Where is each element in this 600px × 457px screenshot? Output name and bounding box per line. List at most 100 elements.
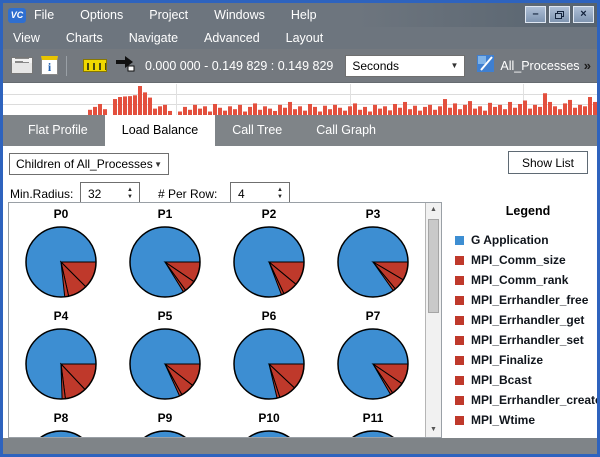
process-label: P10 [258,411,280,425]
menu-layout[interactable]: Layout [286,31,324,45]
marker-icon[interactable] [83,59,107,72]
legend-color-swatch [455,415,464,425]
process-pie-chart[interactable] [232,429,306,438]
close-button[interactable]: × [573,6,594,23]
legend-color-swatch [455,395,464,405]
legend-item: MPI_Comm_rank [455,270,597,290]
minimize-button[interactable]: – [525,6,546,23]
time-range-display: 0.000 000 - 0.149 829 : 0.149 829 [145,58,334,73]
unit-select[interactable]: Seconds ▼ [345,54,466,77]
min-radius-label: Min.Radius: [10,187,74,201]
process-pie-chart[interactable] [232,225,306,299]
status-strip [3,438,597,454]
info-icon[interactable]: i [41,56,58,75]
process-pie-cell: P4 [9,309,113,403]
menu-options[interactable]: Options [80,8,123,22]
menu-help[interactable]: Help [291,8,317,22]
legend: Legend G Application MPI_Comm_size MPI_Com… [455,204,600,430]
process-label: P2 [261,207,277,221]
process-pie-chart[interactable] [336,225,410,299]
window-controls: – × [525,6,594,23]
process-pie-chart[interactable] [24,327,98,401]
menu-navigate[interactable]: Navigate [129,31,178,45]
legend-color-swatch [455,255,464,265]
legend-item-label: MPI_Wtime [471,413,536,427]
menu-charts[interactable]: Charts [66,31,103,45]
process-pie-cell: P0 [9,207,113,301]
scroll-up-icon[interactable]: ▲ [426,203,441,217]
stepper-up-icon[interactable]: ▲ [127,187,133,193]
tab-call-graph[interactable]: Call Graph [299,115,393,146]
legend-color-swatch [455,235,464,245]
pie-grid: P0 P1 P2 P3 P4 P5 P6 P7 P8 P9 P10 P11 [9,203,425,438]
menu-advanced[interactable]: Advanced [204,31,260,45]
timeline-histogram[interactable] [3,84,597,115]
menu-items-secondary: View Charts Navigate Advanced Layout [3,31,349,45]
stepper-down-icon[interactable]: ▼ [127,194,133,200]
legend-items: G Application MPI_Comm_size MPI_Comm_rank M… [455,230,600,430]
menu-file[interactable]: File [34,8,54,22]
process-pie-cell: P1 [113,207,217,301]
process-label: P8 [53,411,69,425]
show-list-button[interactable]: Show List [507,151,588,174]
legend-color-swatch [455,375,464,385]
legend-item: MPI_Errhandler_set [455,330,597,350]
legend-item-label: MPI_Comm_size [471,253,566,267]
per-row-label: # Per Row: [158,187,218,201]
tab-call-tree[interactable]: Call Tree [215,115,299,146]
process-pie-cell: P6 [217,309,321,403]
restore-button[interactable] [549,6,570,23]
legend-item-label: MPI_Errhandler_get [471,313,585,327]
process-pie-cell: P2 [217,207,321,301]
stepper-down-icon[interactable]: ▼ [277,194,283,200]
app-window: VC File Options Project Windows Help – × Vie… [0,0,600,457]
tab-bar: Flat Profile Load Balance Call Tree Call Gr… [3,115,597,146]
process-pie-chart[interactable] [128,225,202,299]
process-label: P4 [53,309,69,323]
trace-properties-icon[interactable] [11,57,33,74]
legend-item: G Application [455,230,597,250]
process-pie-cell: P10 [217,411,321,438]
scroll-down-icon[interactable]: ▼ [426,423,441,437]
process-label: P9 [157,411,173,425]
menu-windows[interactable]: Windows [214,8,265,22]
chevron-down-icon: ▼ [154,159,162,169]
legend-color-swatch [455,295,464,305]
process-label: P5 [157,309,173,323]
process-pie-chart[interactable] [336,429,410,438]
tab-load-balance[interactable]: Load Balance [104,115,216,146]
children-of-select[interactable]: Children of All_Processes ▼ [9,153,169,175]
menu-project[interactable]: Project [149,8,188,22]
process-pie-chart[interactable] [128,429,202,438]
per-row-value: 4 [238,187,245,201]
legend-title: Legend [505,204,551,218]
legend-item: MPI_Errhandler_free [455,290,597,310]
process-label: P0 [53,207,69,221]
menu-view[interactable]: View [13,31,40,45]
vertical-scrollbar[interactable]: ▲ ▼ [425,203,441,437]
process-pie-chart[interactable] [336,327,410,401]
restore-icon [555,10,564,19]
process-pie-chart[interactable] [24,225,98,299]
scrollbar-thumb[interactable] [428,219,439,313]
toolbar-overflow-icon[interactable]: » [584,58,591,73]
zoom-arrow-icon[interactable] [115,54,135,77]
process-pie-cell: P3 [321,207,425,301]
stepper-up-icon[interactable]: ▲ [277,187,283,193]
legend-item: MPI_Errhandler_get [455,310,597,330]
tab-flat-profile[interactable]: Flat Profile [11,115,105,146]
process-pie-chart[interactable] [24,429,98,438]
unit-select-value: Seconds [352,58,400,73]
process-filter-icon[interactable] [477,54,495,77]
process-pie-cell: P9 [113,411,217,438]
min-radius-value: 32 [88,187,102,201]
legend-item-label: MPI_Errhandler_create [471,393,600,407]
legend-color-swatch [455,335,464,345]
process-pie-chart[interactable] [128,327,202,401]
toolbar: i 0.000 000 - 0.149 829 : 0.149 829 Seco… [3,49,597,83]
toolbar-separator [66,55,67,76]
process-pie-cell: P7 [321,309,425,403]
legend-item: MPI_Wtime [455,410,597,430]
legend-item-label: MPI_Errhandler_free [471,293,589,307]
process-pie-chart[interactable] [232,327,306,401]
